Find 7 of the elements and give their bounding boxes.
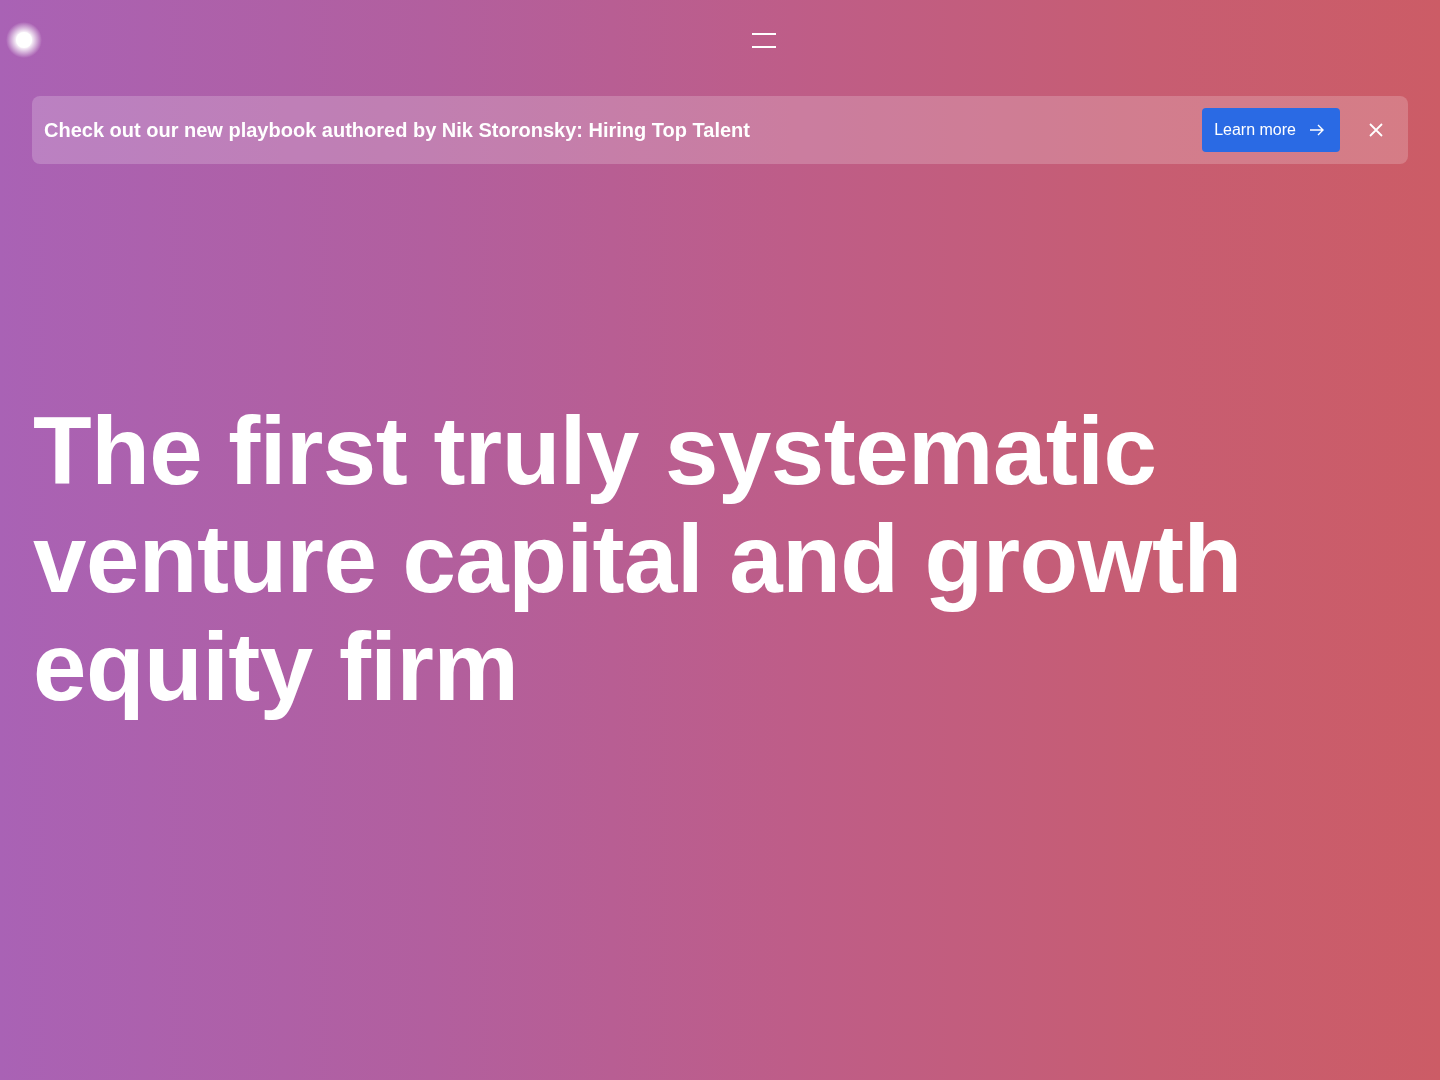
menu-icon [752,32,776,48]
glowing-dot-logo-icon[interactable] [6,22,42,58]
banner-text: Check out our new playbook authored by Nik Storonsky: Hiring Top Talent [44,118,751,142]
close-icon [1369,123,1383,137]
hero-headline: The first truly systematic venture capital and growth equity firm [33,397,1243,721]
learn-more-button[interactable]: Learn more [1202,108,1340,152]
arrow-right-icon [1310,124,1324,136]
